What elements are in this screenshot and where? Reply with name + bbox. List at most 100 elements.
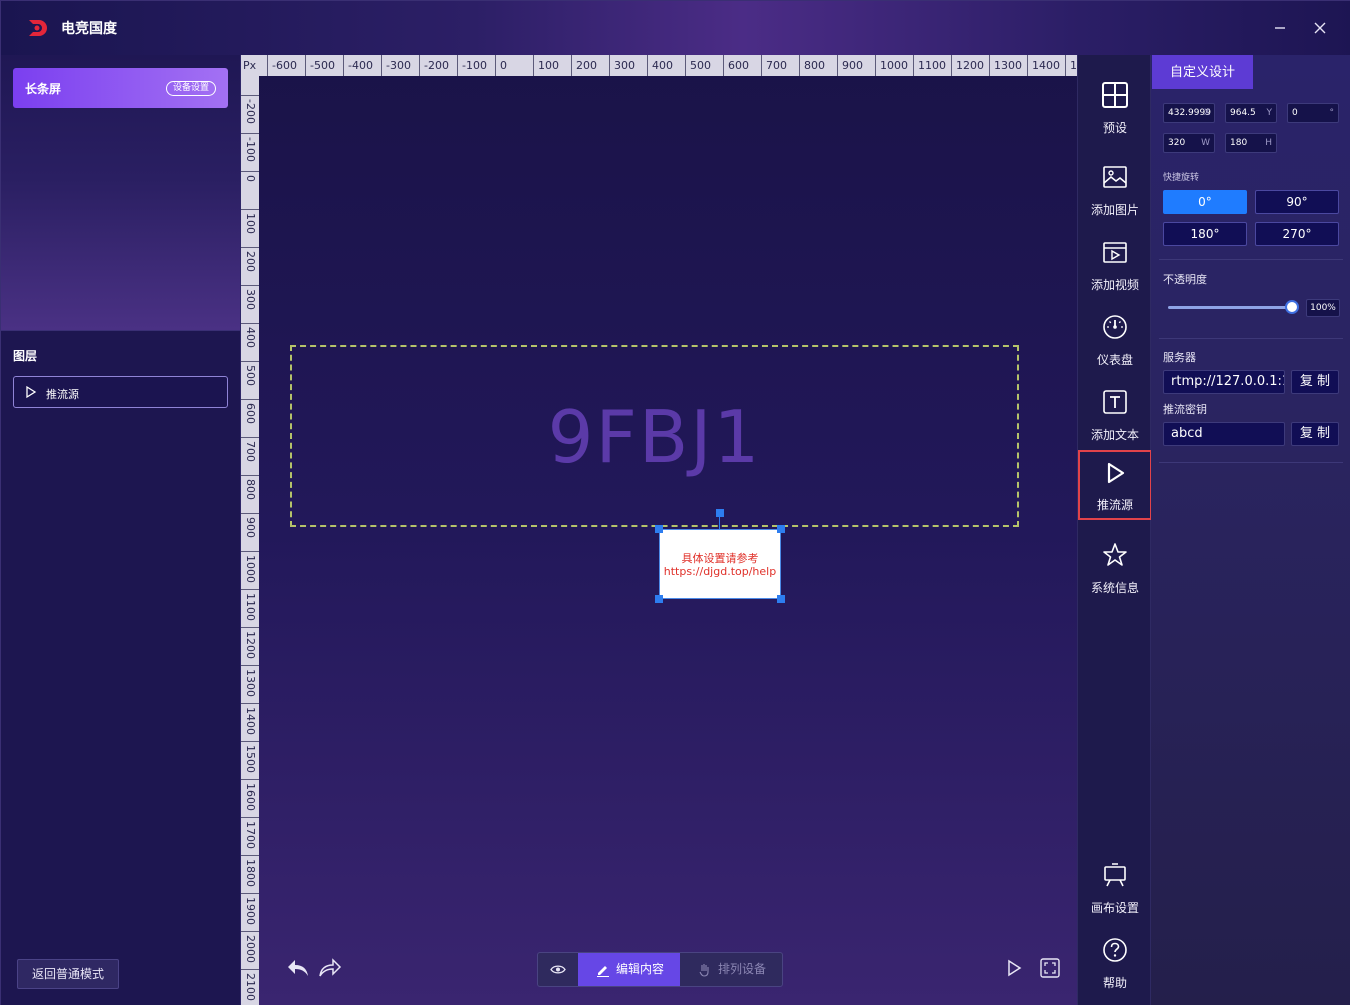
- ruler-tick-label: 0: [241, 171, 259, 209]
- ruler-tick-label: 1900: [241, 893, 259, 931]
- ruler-tick-label: 1500: [241, 741, 259, 779]
- layers-title: 图层: [13, 349, 38, 363]
- device-settings-button[interactable]: 设备设置: [166, 81, 216, 96]
- rotation-field[interactable]: 0 °: [1287, 103, 1339, 123]
- play-icon: [1107, 462, 1125, 484]
- arrange-devices-tab[interactable]: 排列设备: [680, 953, 782, 986]
- tool-canvas-settings[interactable]: 画布设置: [1078, 853, 1152, 923]
- preview-button[interactable]: [538, 953, 578, 986]
- tool-presets[interactable]: 预设: [1078, 73, 1152, 143]
- tool-label: 预设: [1102, 121, 1127, 135]
- mode-switch: 编辑内容 排列设备: [537, 952, 783, 987]
- ruler-tick-label: 700: [241, 437, 259, 475]
- tool-dashboard[interactable]: 仪表盘: [1078, 305, 1152, 375]
- ruler-tick-label: 1300: [241, 665, 259, 703]
- ruler-tick-label: 100: [241, 209, 259, 247]
- rotate-90-button[interactable]: 90°: [1255, 190, 1339, 214]
- rotation-unit: °: [1329, 108, 1335, 118]
- resize-handle-bottom-left[interactable]: [655, 595, 663, 603]
- ruler-tick-label: 1300: [989, 55, 1022, 76]
- pencil-icon: [597, 966, 609, 977]
- copy-server-button[interactable]: 复 制: [1291, 370, 1339, 394]
- vertical-ruler: -200 -100 0 100 200 300 400 500 600 700 800 900 1000…: [241, 76, 259, 1005]
- canvas-area[interactable]: -600 -500 -400 -300 -200 -100 0 100 200 300 400 500…: [241, 55, 1077, 1005]
- image-icon: [1103, 166, 1127, 188]
- tool-label: 添加视频: [1090, 278, 1139, 292]
- opacity-value[interactable]: 100%: [1306, 299, 1340, 317]
- opacity-slider[interactable]: [1168, 306, 1292, 309]
- resize-handle-top-left[interactable]: [655, 525, 663, 533]
- opacity-slider-handle[interactable]: [1285, 300, 1299, 314]
- ruler-tick-label: 1400: [241, 703, 259, 741]
- height-field[interactable]: 180 H: [1225, 133, 1277, 153]
- x-field[interactable]: 432.9999 X: [1163, 103, 1215, 123]
- horizontal-ruler: -600 -500 -400 -300 -200 -100 0 100 200 300 400 500…: [241, 55, 1077, 76]
- gauge-icon: [1103, 315, 1127, 339]
- fullscreen-icon[interactable]: [1039, 957, 1061, 979]
- hand-icon: [699, 964, 709, 977]
- ruler-tick-label: 600: [723, 55, 749, 76]
- ruler-tick-label: 800: [241, 475, 259, 513]
- width-value: 320: [1168, 138, 1186, 148]
- ruler-tick-label: 800: [799, 55, 825, 76]
- ruler-tick-label: 1600: [241, 779, 259, 817]
- tool-add-video[interactable]: 添加视频: [1078, 230, 1152, 300]
- app-title: 电竞国度: [61, 21, 117, 37]
- edit-content-label: 编辑内容: [616, 962, 665, 976]
- ruler-tick-label: -200: [241, 95, 259, 133]
- stream-source-element[interactable]: 具体设置请参考 https://djgd.top/help: [659, 529, 781, 599]
- eye-icon: [550, 965, 566, 974]
- stream-key-input[interactable]: abcd: [1163, 422, 1285, 446]
- tool-label: 推流源: [1096, 498, 1133, 512]
- play-preview-icon[interactable]: [1005, 959, 1023, 977]
- back-to-normal-mode-button[interactable]: 返回普通模式: [17, 959, 119, 989]
- rotation-value: 0: [1292, 108, 1298, 118]
- redo-icon[interactable]: [317, 957, 343, 979]
- height-unit: H: [1265, 138, 1272, 148]
- ruler-tick-label: 100: [533, 55, 559, 76]
- width-field[interactable]: 320 W: [1163, 133, 1215, 153]
- ruler-tick-label: -400: [343, 55, 373, 76]
- y-field[interactable]: 964.5 Y: [1225, 103, 1277, 123]
- ruler-tick-label: 900: [241, 513, 259, 551]
- rotate-270-button[interactable]: 270°: [1255, 222, 1339, 246]
- close-button[interactable]: [1305, 13, 1335, 43]
- screen-code: 9FBJ1: [547, 395, 762, 479]
- divider: [1159, 259, 1343, 260]
- ruler-tick-label: 700: [761, 55, 787, 76]
- resize-handle-top-right[interactable]: [777, 525, 785, 533]
- tool-system-info[interactable]: 系统信息: [1078, 533, 1152, 603]
- ruler-tick-label: 1400: [1027, 55, 1060, 76]
- edit-content-tab[interactable]: 编辑内容: [578, 953, 680, 986]
- rotation-handle-line: [719, 515, 720, 529]
- ruler-tick-label: 1200: [241, 627, 259, 665]
- minimize-button[interactable]: [1265, 13, 1295, 43]
- ruler-tick-label: 15: [1065, 55, 1077, 76]
- server-input[interactable]: rtmp://127.0.0.1:1: [1163, 370, 1285, 394]
- tool-add-image[interactable]: 添加图片: [1078, 155, 1152, 225]
- tool-add-text[interactable]: 添加文本: [1078, 380, 1152, 450]
- tab-custom-design[interactable]: 自定义设计: [1152, 55, 1253, 89]
- resize-handle-bottom-right[interactable]: [777, 595, 785, 603]
- ruler-unit: Px: [241, 55, 259, 76]
- rotate-180-button[interactable]: 180°: [1163, 222, 1247, 246]
- undo-icon[interactable]: [285, 957, 311, 979]
- ruler-tick-label: 2100: [241, 969, 259, 1005]
- copy-key-button[interactable]: 复 制: [1291, 422, 1339, 446]
- tool-help[interactable]: 帮助: [1078, 928, 1152, 998]
- tool-label: 添加图片: [1090, 203, 1139, 217]
- tool-label: 画布设置: [1090, 901, 1139, 915]
- grid-icon: [1102, 82, 1128, 108]
- divider: [1159, 338, 1343, 339]
- layer-item[interactable]: 推流源: [13, 376, 228, 408]
- screen-card[interactable]: 长条屏 设备设置: [13, 68, 228, 108]
- layer-label: 推流源: [46, 388, 79, 401]
- ruler-tick-label: 200: [571, 55, 597, 76]
- ruler-tick-label: 1100: [913, 55, 946, 76]
- tool-label: 仪表盘: [1096, 353, 1133, 367]
- rotate-0-button[interactable]: 0°: [1163, 190, 1247, 214]
- rotation-handle[interactable]: [716, 509, 724, 517]
- ruler-tick-label: 400: [647, 55, 673, 76]
- tool-stream-source[interactable]: 推流源: [1078, 450, 1152, 520]
- screen-bounds[interactable]: 9FBJ1: [290, 345, 1019, 527]
